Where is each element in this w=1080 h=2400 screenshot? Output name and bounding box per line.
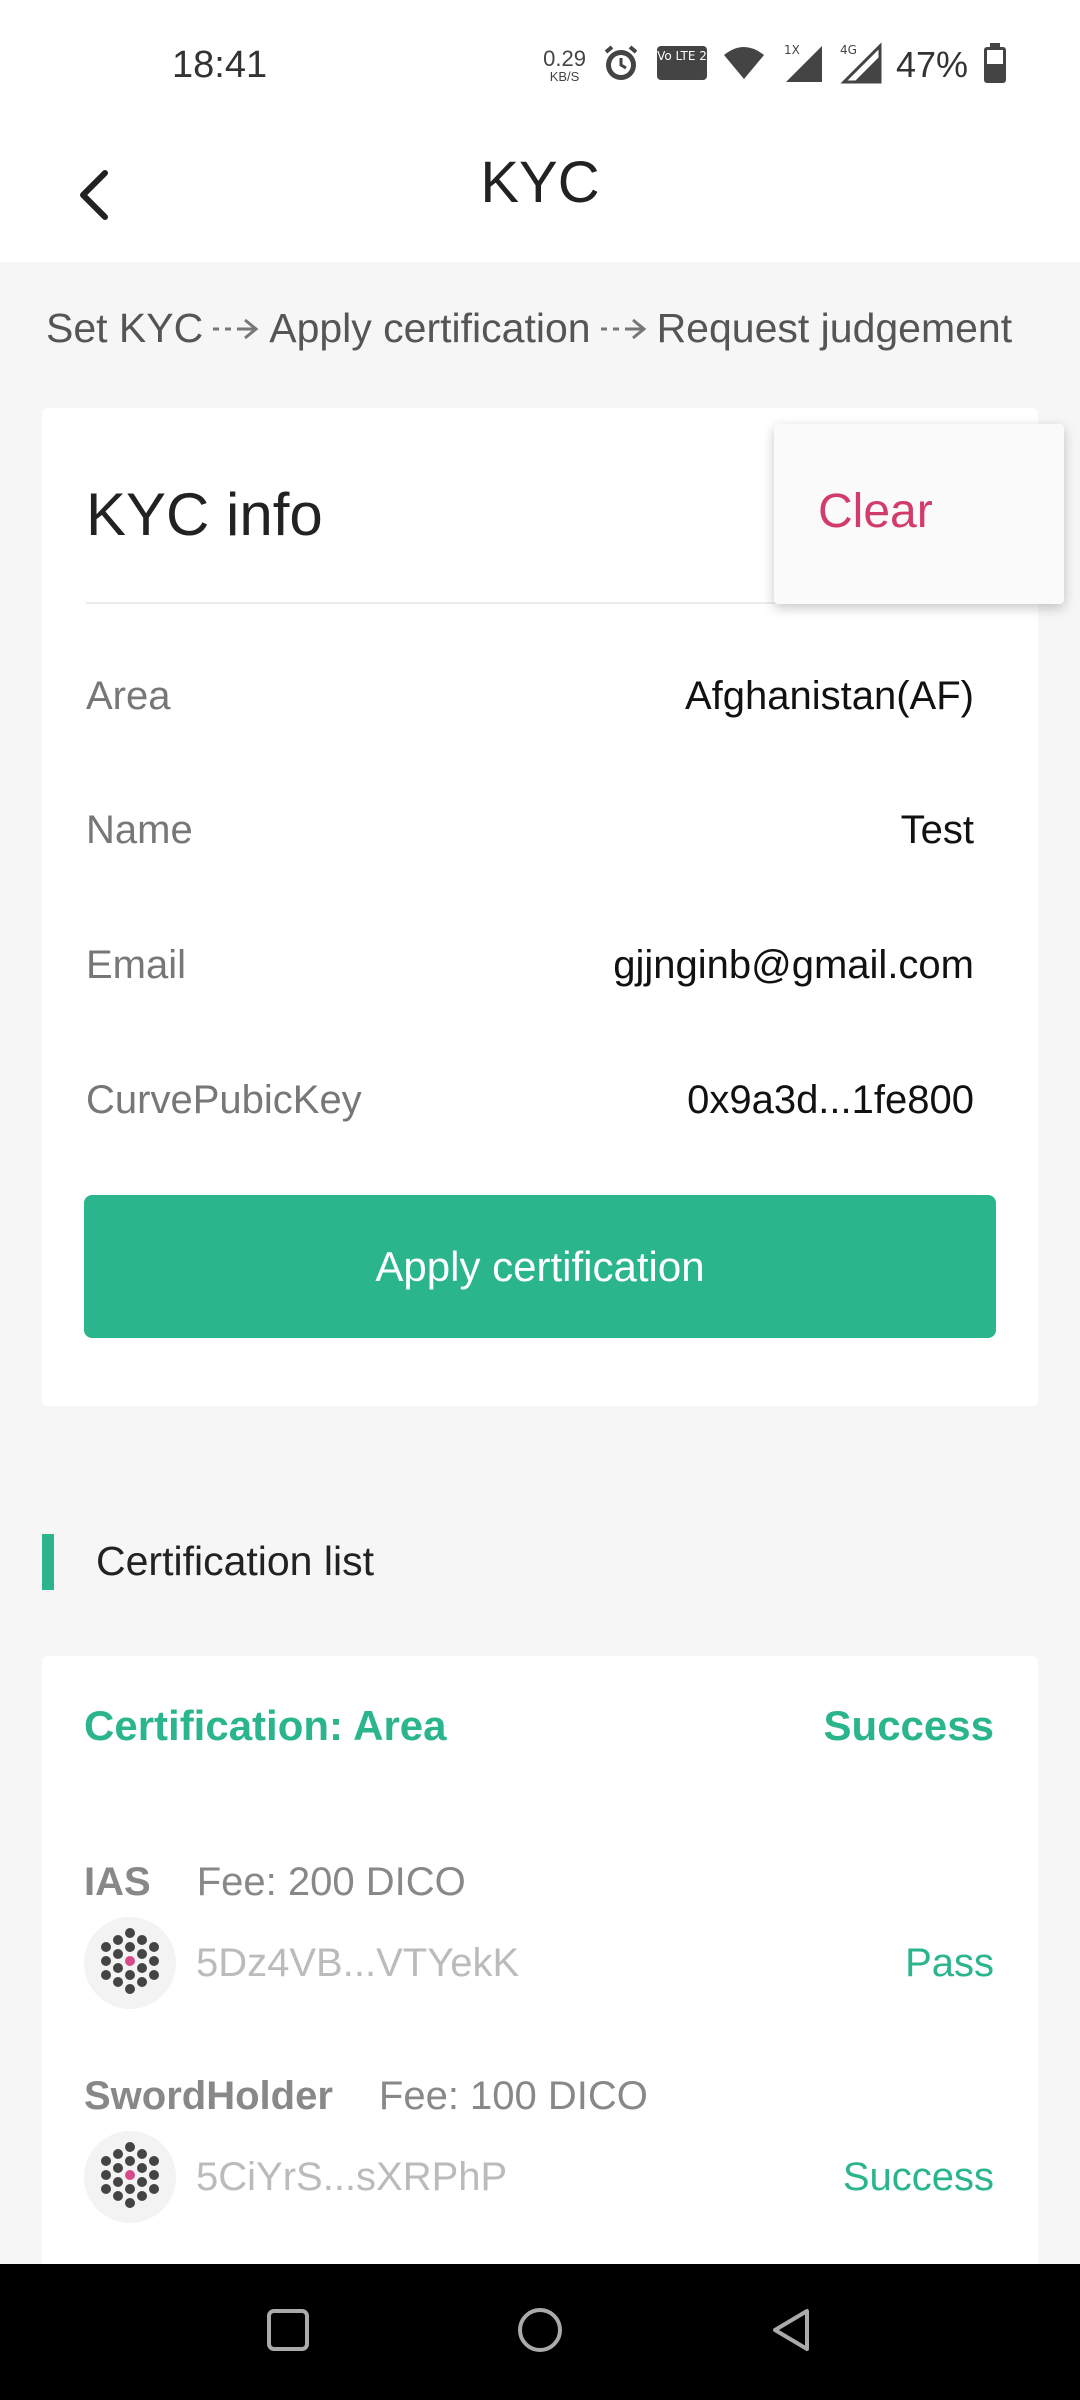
- network-speed-value: 0.29: [543, 45, 586, 71]
- back-nav-button[interactable]: [752, 2292, 832, 2372]
- apply-certification-button[interactable]: Apply certification: [84, 1195, 996, 1338]
- kyc-field-email: Email gjjnginb@gmail.com: [86, 930, 974, 1000]
- registrar-status: Success: [842, 2154, 994, 2199]
- status-time: 18:41: [172, 44, 268, 86]
- field-value: Afghanistan(AF): [684, 673, 974, 718]
- step-request-judgement: Request judgement: [656, 305, 1013, 351]
- field-value: gjjnginb@gmail.com: [613, 942, 974, 987]
- identicon-avatar: [84, 2131, 176, 2223]
- page-title: KYC: [480, 150, 600, 215]
- certification-list-title: Certification list: [96, 1538, 374, 1584]
- registrar-name: SwordHolder: [84, 2074, 333, 2118]
- volte-icon: Vo LTE 2: [656, 44, 708, 87]
- signal-1x-text: 1X: [784, 43, 800, 57]
- registrar-item: SwordHolder Fee: 100 DICO 5CiYrS...sXRPh…: [84, 2074, 994, 2223]
- field-value: 0x9a3d...1fe800: [687, 1077, 974, 1122]
- signal-4g-text: 4G: [840, 43, 857, 57]
- kyc-field-area: Area Afghanistan(AF): [86, 661, 974, 731]
- battery-icon: [982, 42, 1008, 89]
- field-label: Name: [86, 807, 193, 852]
- registrar-fee: Fee: 100 DICO: [378, 2074, 648, 2118]
- system-nav-bar: [0, 2264, 1080, 2400]
- clear-menu-item[interactable]: Clear: [818, 484, 933, 539]
- kyc-field-curve-pubic-key: CurvePubicKey 0x9a3d...1fe800: [86, 1065, 974, 1135]
- certification-card[interactable]: Certification: Area Success IAS Fee: 200…: [42, 1656, 1038, 2276]
- triangle-back-icon: [767, 2305, 817, 2360]
- section-accent-bar: [42, 1534, 54, 1590]
- dotted-arrow-icon: [599, 314, 649, 344]
- network-speed-unit: KB/S: [549, 68, 580, 84]
- alarm-icon: [600, 42, 642, 89]
- field-value: Test: [900, 807, 974, 852]
- options-popup-menu: Clear: [774, 424, 1064, 604]
- kyc-field-name: Name Test: [86, 795, 974, 865]
- registrar-item: IAS Fee: 200 DICO 5Dz4VB...VTYekK Pass: [84, 1860, 994, 2009]
- field-label: Area: [86, 673, 171, 718]
- kyc-info-title: KYC info: [86, 481, 323, 548]
- signal-icon: 1X: [780, 42, 824, 89]
- registrar-name: IAS: [84, 1860, 151, 1904]
- status-bar: 18:41 0.29 KB/S Vo LTE 2 1X 4G 47%: [0, 0, 1080, 130]
- certification-header: Certification: Area Success: [84, 1702, 994, 1750]
- dotted-arrow-icon: [211, 314, 261, 344]
- field-label: CurvePubicKey: [86, 1077, 362, 1122]
- registrar-status: Pass: [905, 1940, 994, 1985]
- step-set-kyc: Set KYC: [46, 305, 204, 351]
- certification-status: Success: [823, 1702, 994, 1749]
- volte-text: Vo LTE 2: [657, 49, 707, 63]
- status-icons: 0.29 KB/S Vo LTE 2 1X 4G 47%: [543, 40, 1008, 90]
- circle-icon: [515, 2305, 565, 2360]
- network-speed: 0.29 KB/S: [543, 45, 586, 84]
- battery-percent: 47%: [895, 44, 968, 85]
- registrar-address: 5Dz4VB...VTYekK: [196, 1940, 520, 1985]
- identicon-avatar: [84, 1917, 176, 2009]
- step-apply-certification: Apply certification: [269, 305, 591, 351]
- certification-title: Certification: Area: [84, 1702, 447, 1749]
- wifi-icon: [722, 45, 766, 86]
- app-header: KYC: [0, 130, 1080, 262]
- recents-button[interactable]: [248, 2292, 328, 2372]
- field-label: Email: [86, 942, 187, 987]
- signal-4g-icon: 4G: [838, 41, 882, 89]
- registrar-address: 5CiYrS...sXRPhP: [196, 2154, 508, 2199]
- home-button[interactable]: [500, 2292, 580, 2372]
- registrar-fee: Fee: 200 DICO: [196, 1860, 466, 1904]
- kyc-steps: Set KYC Apply certification Request judg…: [46, 305, 1012, 352]
- square-icon: [264, 2306, 312, 2359]
